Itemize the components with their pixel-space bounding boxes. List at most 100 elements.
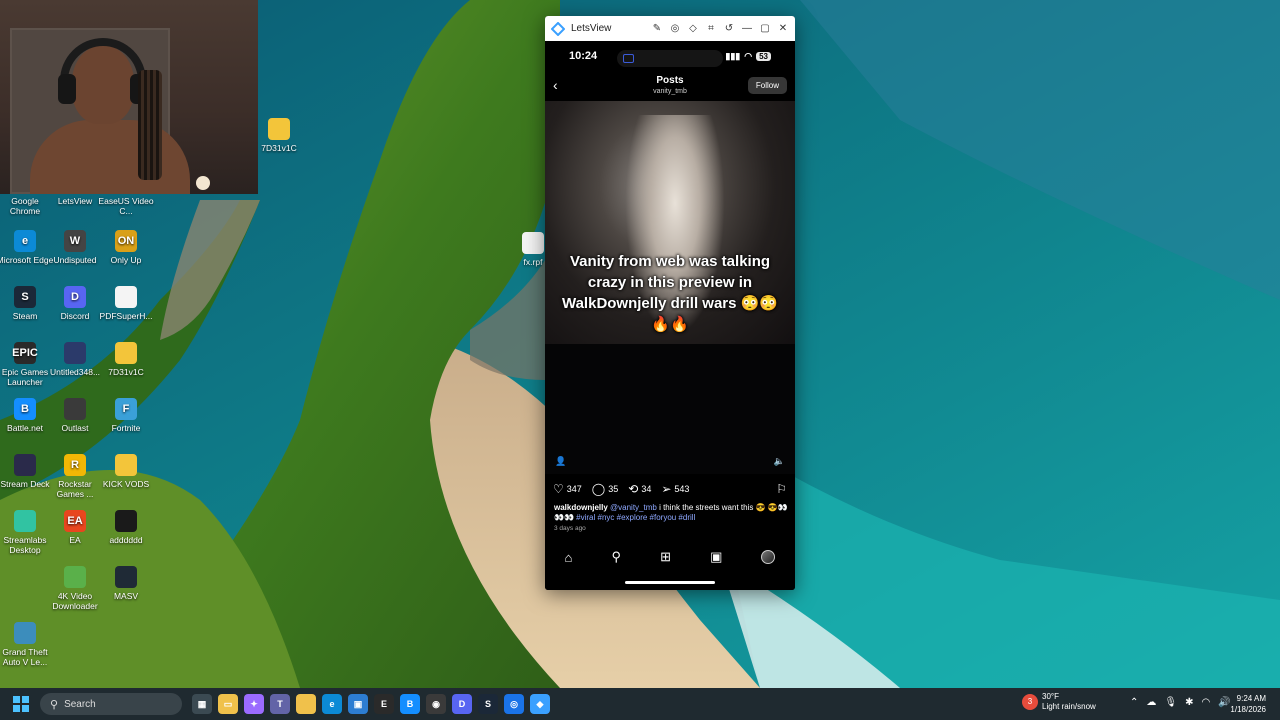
letsview-titlebar[interactable]: LetsView ✎ ◎ ◇ ⌗ ↺ — ▢ ✕ (545, 16, 795, 41)
desktop-icon[interactable]: ON Only Up (97, 230, 155, 265)
profile-avatar[interactable] (761, 550, 776, 564)
author-handle[interactable]: walkdownjelly (554, 503, 608, 512)
app-icon: R (64, 454, 86, 476)
phone-status-bar: 10:24 ▮▮▮ ◠ 53 (545, 41, 795, 71)
rotate-icon[interactable]: ↺ (723, 23, 735, 35)
app-icon: B (14, 398, 36, 420)
hashtags[interactable]: #viral #nyc #explore #foryou #drill (576, 513, 695, 522)
home-indicator[interactable] (625, 581, 715, 584)
video-caption: Vanity from web was talking crazy in thi… (561, 253, 778, 333)
desktop-icon[interactable]: Untitled348... (46, 342, 104, 377)
comment-action[interactable]: ◯ 35 (592, 482, 618, 496)
taskbar-pinned-apps: ▦ ▭ ✦ Te ▣ E B ◉ D S ◎ ◆ (192, 694, 550, 714)
share-action[interactable]: ➢ 543 (661, 482, 689, 496)
video-lower-area[interactable]: 👤 🔈 (545, 344, 795, 474)
home-icon[interactable]: ⌂ (565, 550, 573, 565)
microphone-icon[interactable]: 🎙 (1164, 697, 1177, 708)
desktop-icon[interactable]: R Rockstar Games ... (46, 454, 104, 499)
desktop-icon-label: EaseUS Video C... (98, 196, 154, 216)
chevron-up-icon[interactable]: ⌃ (1130, 697, 1138, 708)
app-icon (115, 566, 137, 588)
clock[interactable]: 9:24 AM 1/18/2026 (1230, 693, 1266, 715)
edge-icon[interactable]: e (322, 694, 342, 714)
desktop-icon[interactable]: 7D31v1C (97, 342, 155, 377)
send-icon: ➢ (661, 482, 672, 496)
onedrive-icon[interactable]: ☁ (1146, 697, 1156, 708)
mention-link[interactable]: @vanity_tmb (610, 503, 657, 512)
bookmark-icon[interactable]: ⚐ (776, 482, 787, 496)
post-actions: ♡ 347 ◯ 35 ⟲ 34 ➢ 543 ⚐ (545, 479, 795, 499)
desktop-icon[interactable]: KICK VODS (97, 454, 155, 489)
desktop-icon-label: PDFSuperH... (99, 311, 153, 321)
desktop-icon-label: adddddd (109, 535, 143, 545)
brush-icon[interactable]: ✎ (651, 23, 663, 35)
app-icon: S (14, 286, 36, 308)
chrome-icon[interactable]: ◎ (504, 694, 524, 714)
wifi-icon[interactable]: ◠ (1201, 697, 1210, 708)
desktop-icon-folder[interactable]: 7D31v1C (250, 118, 308, 153)
desktop-icon[interactable]: LetsView (46, 196, 104, 206)
discord-icon[interactable]: D (452, 694, 472, 714)
repost-action[interactable]: ⟲ 34 (628, 482, 651, 496)
mirrored-phone-screen[interactable]: 10:24 ▮▮▮ ◠ 53 ‹ Posts vanity_tmb Follow… (545, 41, 795, 590)
desktop-icon[interactable]: Grand Theft Auto V Le... (0, 622, 54, 667)
file-explorer-icon[interactable]: ▭ (218, 694, 238, 714)
desktop-icon-label: Grand Theft Auto V Le... (2, 647, 48, 667)
bluetooth-icon[interactable]: ✱ (1185, 697, 1193, 708)
post-video[interactable]: Vanity from web was talking crazy in thi… (545, 101, 795, 344)
teams-icon[interactable]: T (270, 694, 290, 714)
desktop-icon-label: LetsView (57, 196, 93, 206)
desktop-icon-label: Fortnite (111, 423, 141, 433)
create-post-icon[interactable]: ⊞ (660, 549, 671, 565)
volume-icon[interactable]: 🔊 (1218, 697, 1230, 708)
reels-icon[interactable]: ▣ (710, 549, 722, 565)
clock-time: 9:24 AM (1236, 694, 1266, 703)
app-icon (64, 398, 86, 420)
start-button[interactable] (10, 693, 32, 715)
app-icon (64, 566, 86, 588)
steam-icon[interactable]: S (478, 694, 498, 714)
windows-logo-icon (22, 696, 29, 703)
desktop-icon-label: MASV (113, 591, 139, 601)
store-icon[interactable]: ▣ (348, 694, 368, 714)
desktop-icon[interactable]: MASV (97, 566, 155, 601)
epic-icon[interactable]: E (374, 694, 394, 714)
desktop-icon[interactable]: adddddd (97, 510, 155, 545)
window-title: LetsView (571, 23, 612, 34)
desktop-icon[interactable]: Outlast (46, 398, 104, 433)
pin-icon[interactable]: ◇ (687, 23, 699, 35)
volume-icon[interactable]: 🔈 (774, 456, 785, 467)
maximize-icon[interactable]: ▢ (759, 23, 771, 35)
desktop-icon-label: KICK VODS (102, 479, 150, 489)
folder-icon (268, 118, 290, 140)
battlenet-icon[interactable]: B (400, 694, 420, 714)
taskbar-search[interactable]: ⚲ Search (40, 693, 182, 715)
record-icon[interactable]: ◎ (669, 23, 681, 35)
app-icon: EA (64, 510, 86, 532)
weather-widget[interactable]: 3 30°F Light rain/snow (1022, 692, 1096, 712)
desktop-icon[interactable]: D Discord (46, 286, 104, 321)
follow-button[interactable]: Follow (747, 77, 787, 94)
tagged-user-icon[interactable]: 👤 (555, 456, 566, 467)
share-count: 543 (674, 484, 690, 494)
close-icon[interactable]: ✕ (777, 23, 789, 35)
desktop-icon[interactable]: W Undisputed (46, 230, 104, 265)
desktop-icon[interactable]: 4K Video Downloader (46, 566, 104, 611)
minimize-icon[interactable]: — (741, 23, 753, 35)
search-icon[interactable]: ⚲ (611, 549, 621, 565)
like-action[interactable]: ♡ 347 (553, 482, 582, 496)
obs-icon[interactable]: ◉ (426, 694, 446, 714)
letsview-icon[interactable]: ◆ (530, 694, 550, 714)
desktop-icon[interactable]: PDFSuperH... (97, 286, 155, 321)
copilot-icon[interactable]: ✦ (244, 694, 264, 714)
desktop-icon[interactable]: EaseUS Video C... (97, 196, 155, 216)
app-icon (115, 342, 137, 364)
desktop-icon[interactable]: F Fortnite (97, 398, 155, 433)
crop-icon[interactable]: ⌗ (705, 23, 717, 35)
desktop-icon[interactable]: EA EA (46, 510, 104, 545)
widgets-icon[interactable]: ▦ (192, 694, 212, 714)
repost-count: 34 (641, 484, 652, 494)
letsview-window[interactable]: LetsView ✎ ◎ ◇ ⌗ ↺ — ▢ ✕ 10:24 ▮▮▮ ◠ 53 … (545, 16, 795, 590)
weather-icon: 3 (1022, 694, 1038, 710)
folder-icon[interactable] (296, 694, 316, 714)
